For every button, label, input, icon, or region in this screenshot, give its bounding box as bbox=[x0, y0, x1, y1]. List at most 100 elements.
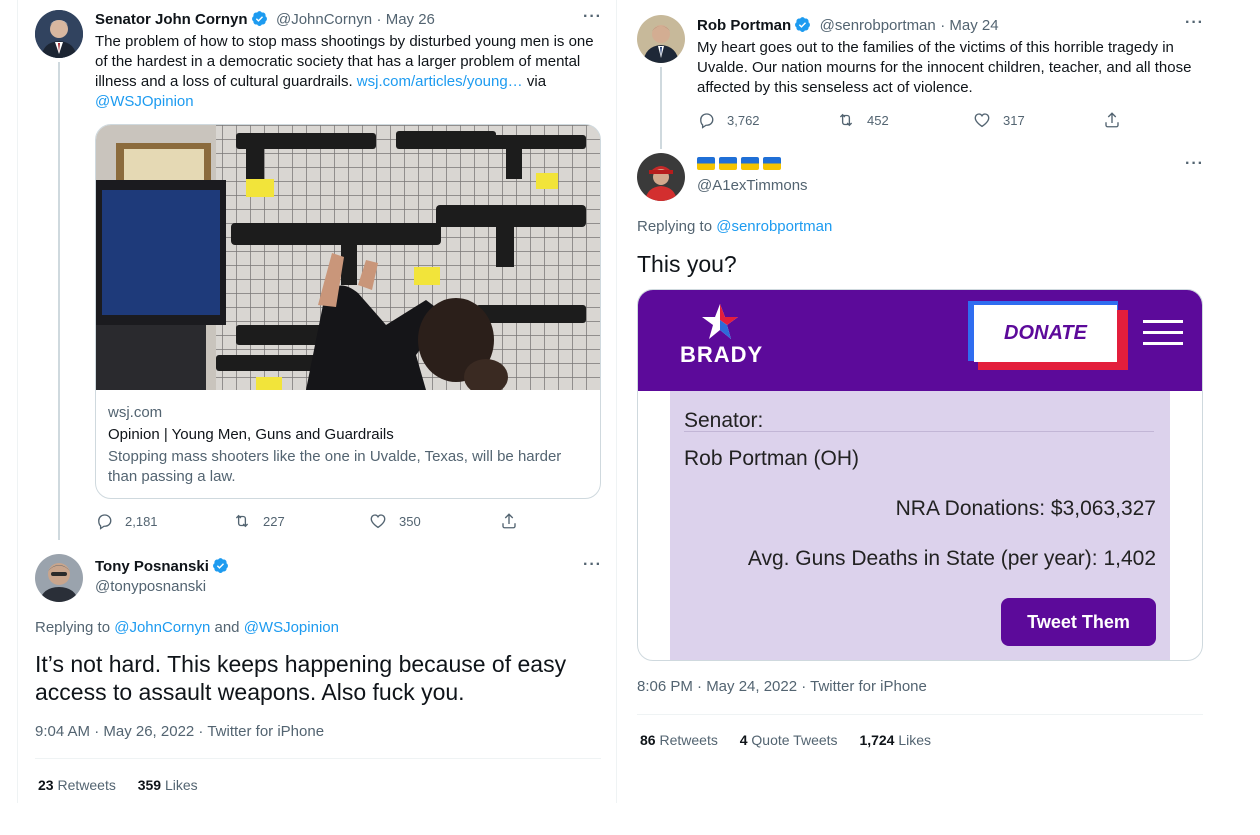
brady-header-bar: BRADY DONATE bbox=[638, 290, 1202, 391]
more-options-icon[interactable]: ··· bbox=[583, 8, 602, 26]
more-options-icon[interactable]: ··· bbox=[1185, 155, 1204, 173]
hamburger-menu-icon[interactable] bbox=[1143, 320, 1183, 346]
posnanski-replying-to: Replying to @JohnCornyn and @WSJopinion bbox=[35, 619, 339, 636]
replying-and: and bbox=[210, 619, 244, 636]
posnanski-timestamp[interactable]: 9:04 AM · May 26, 2022 · Twitter for iPh… bbox=[35, 723, 324, 740]
tweet-line: of the hardest in a democratic society t… bbox=[95, 53, 581, 70]
mention-senrobportman[interactable]: @senrobportman bbox=[716, 218, 832, 235]
timmons-handle[interactable]: @A1exTimmons bbox=[697, 177, 808, 194]
posnanski-handle[interactable]: @tonyposnanski bbox=[95, 578, 206, 595]
portman-avatar[interactable] bbox=[637, 15, 685, 63]
retweets-stat[interactable]: 23 Retweets bbox=[38, 777, 116, 793]
like-button[interactable]: 317 bbox=[973, 111, 1025, 129]
portman-name[interactable]: Rob Portman bbox=[697, 17, 791, 34]
ukraine-flag-icon bbox=[741, 157, 759, 170]
mention-johncornyn[interactable]: @JohnCornyn bbox=[114, 619, 210, 636]
quotes-label: Quote Tweets bbox=[751, 732, 838, 748]
senator-name: Rob Portman (OH) bbox=[684, 447, 860, 470]
timmons-display-name[interactable] bbox=[697, 157, 781, 170]
share-button[interactable] bbox=[500, 512, 518, 530]
more-options-icon[interactable]: ··· bbox=[583, 556, 602, 574]
tweet-line: The problem of how to stop mass shooting… bbox=[95, 33, 594, 50]
tweet-line: affected by this senseless act of violen… bbox=[697, 79, 973, 96]
brady-screenshot-image[interactable]: BRADY DONATE Senator: Rob Portman (OH) N… bbox=[637, 289, 1203, 661]
posnanski-avatar[interactable] bbox=[35, 554, 83, 602]
retweet-button[interactable]: 227 bbox=[233, 512, 285, 530]
wsjopinion-mention[interactable]: @WSJOpinion bbox=[95, 93, 194, 110]
retweet-icon bbox=[839, 113, 853, 127]
tweet-them-label: Tweet Them bbox=[1027, 611, 1130, 632]
retweets-count: 86 bbox=[640, 732, 656, 748]
tweet-text-span: via bbox=[522, 73, 547, 90]
cornyn-action-bar: 2,181 227 350 bbox=[95, 512, 525, 532]
brady-logo-text: BRADY bbox=[680, 342, 764, 367]
info-divider bbox=[684, 431, 1154, 432]
reply-icon bbox=[98, 514, 112, 530]
donate-label: DONATE bbox=[1004, 322, 1087, 344]
portman-header: Rob Portman @senrobportman · May 24 bbox=[697, 16, 999, 35]
verified-icon bbox=[794, 16, 811, 33]
timmons-stats: 86 Retweets 4 Quote Tweets 1,724 Likes bbox=[640, 732, 931, 748]
cornyn-date[interactable]: · May 26 bbox=[377, 11, 435, 28]
brady-info-panel: Senator: Rob Portman (OH) NRA Donations:… bbox=[670, 391, 1170, 660]
retweet-button[interactable]: 452 bbox=[837, 111, 889, 129]
timmons-timestamp[interactable]: 8:06 PM · May 24, 2022 · Twitter for iPh… bbox=[637, 678, 927, 695]
cornyn-name[interactable]: Senator John Cornyn bbox=[95, 11, 248, 28]
heart-icon bbox=[370, 514, 386, 529]
reply-button[interactable]: 2,181 bbox=[95, 512, 158, 530]
ukraine-flag-icon bbox=[763, 157, 781, 170]
reply-count: 2,181 bbox=[125, 513, 158, 529]
card-description: Stopping mass shooters like the one in U… bbox=[108, 448, 562, 485]
retweets-count: 23 bbox=[38, 777, 54, 793]
quotes-count: 4 bbox=[739, 732, 748, 748]
tweet-line: My heart goes out to the families of the… bbox=[697, 39, 1174, 56]
ukraine-flag-icon bbox=[719, 157, 737, 170]
article-photo bbox=[96, 125, 600, 390]
article-card[interactable]: wsj.com Opinion | Young Men, Guns and Gu… bbox=[95, 124, 601, 499]
divider bbox=[637, 714, 1203, 715]
right-tweet-thread: Rob Portman @senrobportman · May 24 ··· … bbox=[620, 0, 1220, 760]
portman-handle[interactable]: @senrobportman bbox=[820, 17, 936, 34]
nra-donations: NRA Donations: $3,063,327 bbox=[895, 497, 1156, 520]
card-title: Opinion | Young Men, Guns and Guardrails bbox=[108, 426, 394, 443]
likes-stat[interactable]: 1,724 Likes bbox=[859, 732, 931, 748]
thread-line bbox=[58, 62, 60, 540]
left-tweet-thread: Senator John Cornyn @JohnCornyn · May 26… bbox=[17, 0, 617, 803]
retweet-count: 452 bbox=[867, 112, 889, 128]
likes-label: Likes bbox=[898, 732, 932, 748]
retweets-label: Retweets bbox=[57, 777, 116, 793]
retweets-stat[interactable]: 86 Retweets bbox=[640, 732, 718, 748]
portman-date[interactable]: · May 24 bbox=[940, 17, 998, 34]
portman-tweet-text: My heart goes out to the families of the… bbox=[697, 38, 1207, 98]
more-options-icon[interactable]: ··· bbox=[1185, 14, 1204, 32]
like-button[interactable]: 350 bbox=[369, 512, 421, 530]
cornyn-handle[interactable]: @JohnCornyn bbox=[276, 11, 372, 28]
verified-icon bbox=[251, 10, 268, 27]
share-button[interactable] bbox=[1103, 111, 1121, 129]
replying-label: Replying to bbox=[35, 619, 115, 636]
posnanski-stats: 23 Retweets 359 Likes bbox=[38, 777, 198, 793]
donate-button[interactable]: DONATE bbox=[974, 305, 1117, 362]
timmons-tweet-text: This you? bbox=[637, 251, 737, 277]
cornyn-avatar[interactable] bbox=[35, 10, 83, 58]
verified-icon bbox=[212, 557, 229, 574]
timmons-replying-to: Replying to @senrobportman bbox=[637, 218, 832, 235]
tweet-line: It’s not hard. This keeps happening beca… bbox=[35, 651, 567, 677]
likes-stat[interactable]: 359 Likes bbox=[138, 777, 198, 793]
tweet-line: Uvalde. Our nation mourns for the innoce… bbox=[697, 59, 1192, 76]
mention-wsjopinion[interactable]: @WSJopinion bbox=[244, 619, 339, 636]
likes-count: 359 bbox=[137, 777, 162, 793]
article-link[interactable]: wsj.com/articles/young… bbox=[357, 73, 523, 90]
share-icon bbox=[1105, 112, 1119, 128]
reply-button[interactable]: 3,762 bbox=[697, 111, 760, 129]
retweet-count: 227 bbox=[263, 513, 285, 529]
share-icon bbox=[502, 513, 516, 529]
quotes-stat[interactable]: 4 Quote Tweets bbox=[740, 732, 838, 748]
tweet-text-span: illness and a loss of cultural guardrail… bbox=[95, 73, 357, 90]
cornyn-header: Senator John Cornyn @JohnCornyn · May 26 bbox=[95, 10, 435, 29]
brady-star-icon bbox=[702, 304, 738, 339]
posnanski-name[interactable]: Tony Posnanski bbox=[95, 558, 209, 575]
tweet-them-button[interactable]: Tweet Them bbox=[1001, 598, 1156, 646]
timmons-avatar[interactable] bbox=[637, 153, 685, 201]
retweet-icon bbox=[235, 514, 249, 528]
